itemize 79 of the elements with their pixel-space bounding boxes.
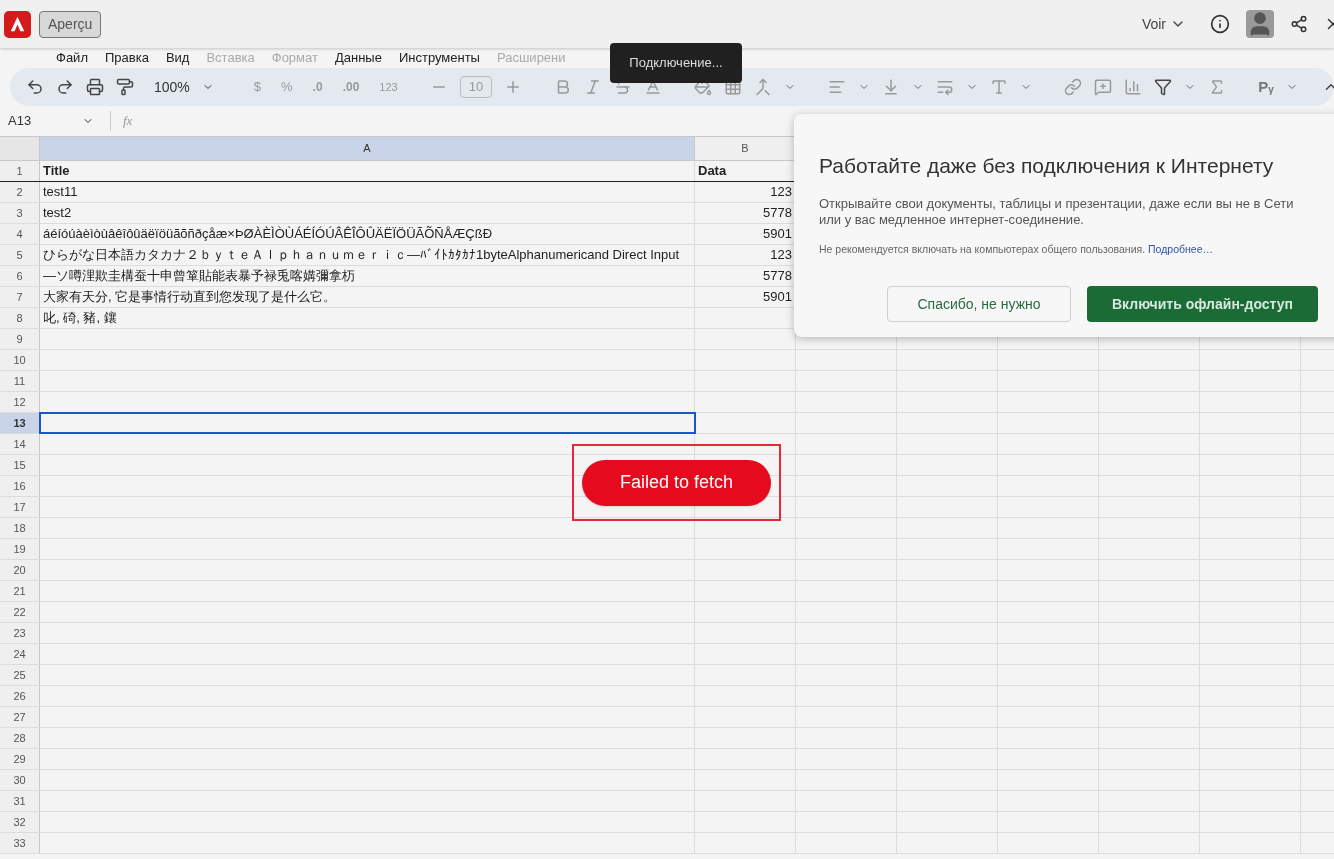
row-header[interactable]: 27 — [0, 707, 40, 727]
row-header[interactable]: 3 — [0, 203, 40, 223]
row-header[interactable]: 25 — [0, 665, 40, 685]
share-icon[interactable] — [1290, 15, 1308, 33]
text-rotation-icon[interactable] — [990, 78, 1009, 96]
row-header[interactable]: 32 — [0, 812, 40, 832]
row-header[interactable]: 5 — [0, 245, 40, 265]
align-icon[interactable] — [828, 78, 847, 96]
undo-icon[interactable] — [26, 78, 44, 96]
enable-offline-button[interactable]: Включить офлайн-доступ — [1087, 286, 1318, 323]
comment-icon[interactable] — [1094, 78, 1113, 96]
print-icon[interactable] — [86, 78, 104, 96]
row-header[interactable]: 20 — [0, 560, 40, 580]
corner-cell[interactable] — [0, 137, 40, 160]
row-header[interactable]: 19 — [0, 539, 40, 559]
column-header[interactable]: A — [40, 137, 695, 160]
row-header[interactable]: 33 — [0, 833, 40, 853]
error-toast: Failed to fetch — [582, 459, 771, 506]
name-box[interactable]: A13 — [8, 111, 98, 131]
menu-item[interactable]: Инструменты — [398, 48, 480, 68]
info-icon[interactable] — [1210, 14, 1230, 34]
row-header[interactable]: 30 — [0, 770, 40, 790]
menu-item[interactable]: Правка — [104, 48, 149, 68]
row-header[interactable]: 24 — [0, 644, 40, 664]
table-cell[interactable]: áéíóúàèìòùâêîôûäëïöüãõñðçåæ×ÞØÀÈÌÒÙÁÉÍÓÚÂÊÎÔÛÄËÏÖÜÃÕÑÅÆÇßÐ — [40, 224, 695, 244]
decline-button[interactable]: Спасибо, не нужно — [887, 286, 1071, 323]
preview-button[interactable]: Aperçu — [39, 10, 102, 38]
row-header[interactable]: 10 — [0, 350, 40, 370]
table-cell[interactable]: ―ソ噂浬欺圭構蚕十申曾箪貼能表暴予禄兎喀媾彌拿杤 — [40, 266, 695, 286]
row-header[interactable]: 29 — [0, 749, 40, 769]
dialog-title: Работайте даже без подключения к Интернету — [819, 153, 1275, 179]
row-header[interactable]: 4 — [0, 224, 40, 244]
row-header[interactable]: 16 — [0, 476, 40, 496]
wrap-icon[interactable] — [936, 78, 955, 96]
link-icon[interactable] — [1064, 78, 1083, 96]
row-header[interactable]: 11 — [0, 371, 40, 391]
table-cell[interactable]: test2 — [40, 203, 695, 223]
chart-icon[interactable] — [1124, 78, 1143, 96]
avatar[interactable] — [1246, 10, 1274, 38]
row-header[interactable]: 14 — [0, 434, 40, 454]
row-header[interactable]: 23 — [0, 623, 40, 643]
dialog-note: Не рекомендуется включать на компьютерах общего пользования. — [819, 242, 1146, 255]
row-header[interactable]: 13 — [0, 413, 40, 433]
paint-format-icon[interactable] — [116, 78, 134, 96]
row-header[interactable]: 12 — [0, 392, 40, 412]
dialog-text: Открывайте свои документы, таблицы и презентации, даже если вы не в Сети или у вас медленное интернет-соединение. — [819, 195, 1295, 228]
table-cell[interactable]: test11 — [40, 182, 695, 202]
row-header[interactable]: 15 — [0, 455, 40, 475]
table-cell[interactable]: Title — [40, 161, 695, 181]
table-cell[interactable]: ひらがな日本語カタカナ２ｂｙｔｅＡｌｐｈａｎｕｍｅｒｉｃ—ﾊﾞｲﾄｶﾀｶﾅ1byteAlphanumericand Direct Input — [40, 245, 695, 265]
filter-icon[interactable] — [1154, 78, 1173, 96]
learn-more-link[interactable]: Подробнее… — [1148, 242, 1214, 255]
menu-item[interactable]: Данные — [334, 48, 382, 68]
row-header[interactable]: 1 — [0, 161, 40, 181]
row-header[interactable]: 21 — [0, 581, 40, 601]
selected-cell[interactable] — [40, 413, 695, 433]
merge-icon[interactable] — [754, 78, 773, 96]
redo-icon[interactable] — [56, 78, 74, 96]
row-header[interactable]: 28 — [0, 728, 40, 748]
view-menu[interactable]: Voir — [1141, 13, 1186, 35]
row-header[interactable]: 18 — [0, 518, 40, 538]
row-header[interactable]: 9 — [0, 329, 40, 349]
row-header[interactable]: 26 — [0, 686, 40, 706]
menu-item[interactable]: Вид — [165, 48, 190, 68]
row-header[interactable]: 8 — [0, 308, 40, 328]
tooltip: Подключение... — [610, 43, 742, 83]
script-button[interactable]: Pᵧ — [1258, 75, 1274, 99]
fx-label: fx — [123, 112, 133, 131]
row-header[interactable]: 7 — [0, 287, 40, 307]
menu-item[interactable]: Файл — [56, 48, 88, 68]
row-header[interactable]: 31 — [0, 791, 40, 811]
app-logo-icon[interactable] — [4, 10, 31, 38]
row-header[interactable]: 22 — [0, 602, 40, 622]
zoom-select[interactable]: 100% — [146, 76, 222, 98]
table-cell[interactable]: 大家有天分, 它是事情行动直到您发现了是什么它。 — [40, 287, 695, 307]
row-header[interactable]: 6 — [0, 266, 40, 286]
table-cell[interactable]: 叱, 碕, 豬, 鑲 — [40, 308, 695, 328]
row-header[interactable]: 17 — [0, 497, 40, 517]
row-header[interactable]: 2 — [0, 182, 40, 202]
